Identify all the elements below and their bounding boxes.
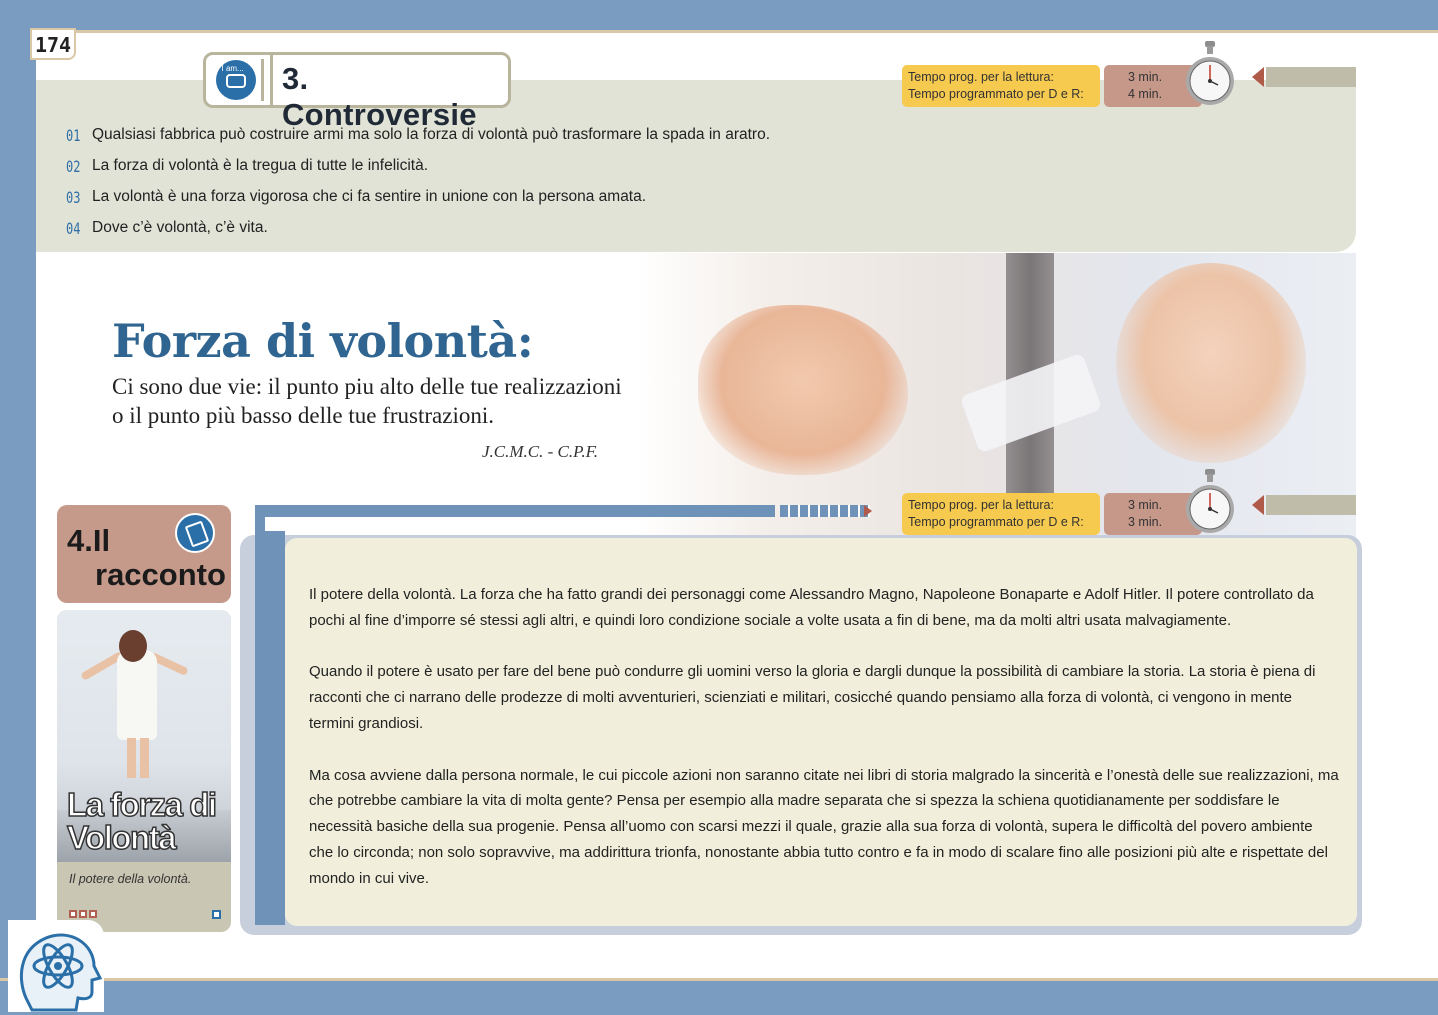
story-caption: Il potere della volontà.: [69, 872, 192, 886]
reading-timer: Tempo prog. per la lettura: Tempo progra…: [902, 41, 1357, 123]
story-paragraph: Quando il potere è usato per fare del be…: [309, 663, 1316, 732]
list-item: 02 La forza di volontà è la tregua di tu…: [66, 154, 428, 178]
atom-head-icon: [19, 933, 103, 1012]
i-am-icon: I am...: [215, 60, 256, 100]
pager-dot-active[interactable]: [212, 910, 221, 919]
bottom-band: [0, 978, 1438, 1015]
timer-label-reading: Tempo prog. per la lettura:: [908, 498, 1054, 512]
fist-image: [698, 305, 908, 475]
timer-labels: Tempo prog. per la lettura: Tempo progra…: [902, 65, 1100, 107]
hero-author: J.C.M.C. - C.P.F.: [482, 442, 599, 461]
item-text: La volontà è una forza vigorosa che ci f…: [92, 188, 647, 205]
story-card[interactable]: La forza di Volontà Il potere della volo…: [57, 610, 231, 932]
hero-subtitle: Ci sono due vie: il punto piu alto delle…: [112, 374, 622, 428]
hand-image: [1116, 263, 1306, 463]
stopwatch-icon: [1186, 469, 1234, 533]
timer-bar: [1266, 495, 1356, 515]
frame-bar: [255, 505, 775, 517]
item-text: Qualsiasi fabbrica può costruire armi ma…: [92, 126, 771, 143]
timer-label-dr: Tempo programmato per D e R:: [908, 87, 1084, 101]
story-image: La forza di Volontà: [57, 610, 231, 862]
item-number: 03: [66, 187, 81, 207]
logo: [8, 920, 104, 1012]
story-image-title: La forza di Volontà: [66, 786, 218, 856]
timer-labels: Tempo prog. per la lettura: Tempo progra…: [902, 493, 1100, 535]
page-number: 174: [30, 28, 76, 60]
timer-bar: [1266, 67, 1356, 87]
item-text: Dove c’è volontà, c’è vita.: [92, 219, 268, 236]
item-text: La forza di volontà è la tregua di tutte…: [92, 157, 429, 174]
item-number: 04: [66, 218, 81, 238]
controversie-header: I am... 3. Controversie: [203, 52, 511, 132]
item-number: 01: [66, 125, 81, 145]
list-item: 04 Dove c’è volontà, c’è vita.: [66, 216, 268, 240]
i-am-icon-box: I am...: [210, 59, 264, 101]
list-item: 03 La volontà è una forza vigorosa che c…: [66, 185, 646, 209]
frame-bar-left: [255, 505, 285, 925]
story-text: Il potere della volontà. La forza che ha…: [285, 538, 1357, 926]
timer-label-reading: Tempo prog. per la lettura:: [908, 70, 1054, 84]
story-paragraph: Ma cosa avviene dalla persona normale, l…: [309, 766, 1339, 887]
i-am-icon-text: I am...: [221, 64, 244, 73]
story-paragraph: Il potere della volontà. La forza che ha…: [309, 586, 1314, 629]
hero-title: Forza di volontà:: [112, 314, 534, 368]
racconto-label: 4.Il racconto: [57, 505, 231, 603]
item-number: 02: [66, 156, 81, 176]
pager-dots[interactable]: [69, 910, 97, 918]
racconto-label-line1: 4.Il: [67, 523, 111, 558]
list-item: 01 Qualsiasi fabbrica può costruire armi…: [66, 123, 770, 147]
racconto-label-line2: racconto: [95, 557, 226, 592]
book-icon: [175, 513, 215, 553]
stopwatch-icon: [1186, 41, 1234, 105]
timer-label-dr: Tempo programmato per D e R:: [908, 515, 1084, 529]
